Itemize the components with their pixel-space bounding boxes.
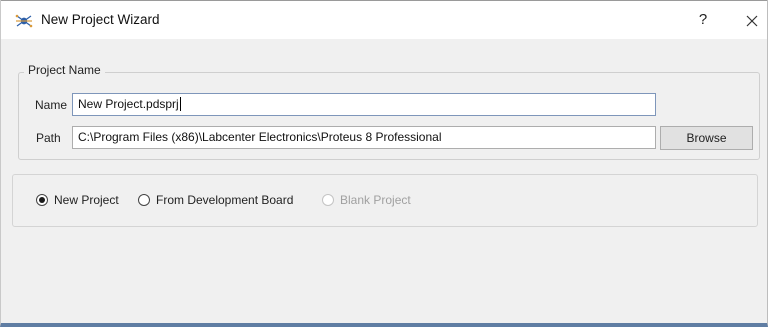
new-project-wizard-window: New Project Wizard ? Project Name Name N… — [0, 0, 768, 327]
radio-selected-dot — [39, 197, 45, 203]
project-path-input[interactable]: C:\Program Files (x86)\Labcenter Electro… — [72, 126, 656, 149]
path-label: Path — [36, 131, 61, 145]
proteus-app-icon — [15, 13, 33, 29]
text-caret — [179, 97, 181, 111]
project-path-value: C:\Program Files (x86)\Labcenter Electro… — [78, 130, 442, 144]
radio-from-development-board-indicator[interactable] — [138, 194, 150, 206]
radio-blank-project-indicator — [322, 194, 334, 206]
radio-new-project-label: New Project — [54, 193, 119, 207]
radio-from-development-board-label: From Development Board — [156, 193, 294, 207]
project-name-group-title: Project Name — [24, 63, 105, 77]
close-icon — [746, 13, 758, 27]
name-label: Name — [35, 98, 68, 112]
window-title: New Project Wizard — [41, 12, 160, 27]
radio-blank-project: Blank Project — [322, 192, 411, 208]
radio-from-development-board[interactable]: From Development Board — [138, 192, 293, 208]
close-button[interactable] — [739, 7, 765, 33]
radio-new-project-indicator[interactable] — [36, 194, 48, 206]
project-name-input[interactable]: New Project.pdsprj — [72, 93, 656, 116]
help-button[interactable]: ? — [691, 7, 715, 33]
browse-button[interactable]: Browse — [660, 126, 753, 150]
radio-new-project[interactable]: New Project — [36, 192, 119, 208]
radio-blank-project-label: Blank Project — [340, 193, 411, 207]
project-name-value: New Project.pdsprj — [78, 97, 179, 111]
title-bar: New Project Wizard ? — [1, 0, 767, 39]
